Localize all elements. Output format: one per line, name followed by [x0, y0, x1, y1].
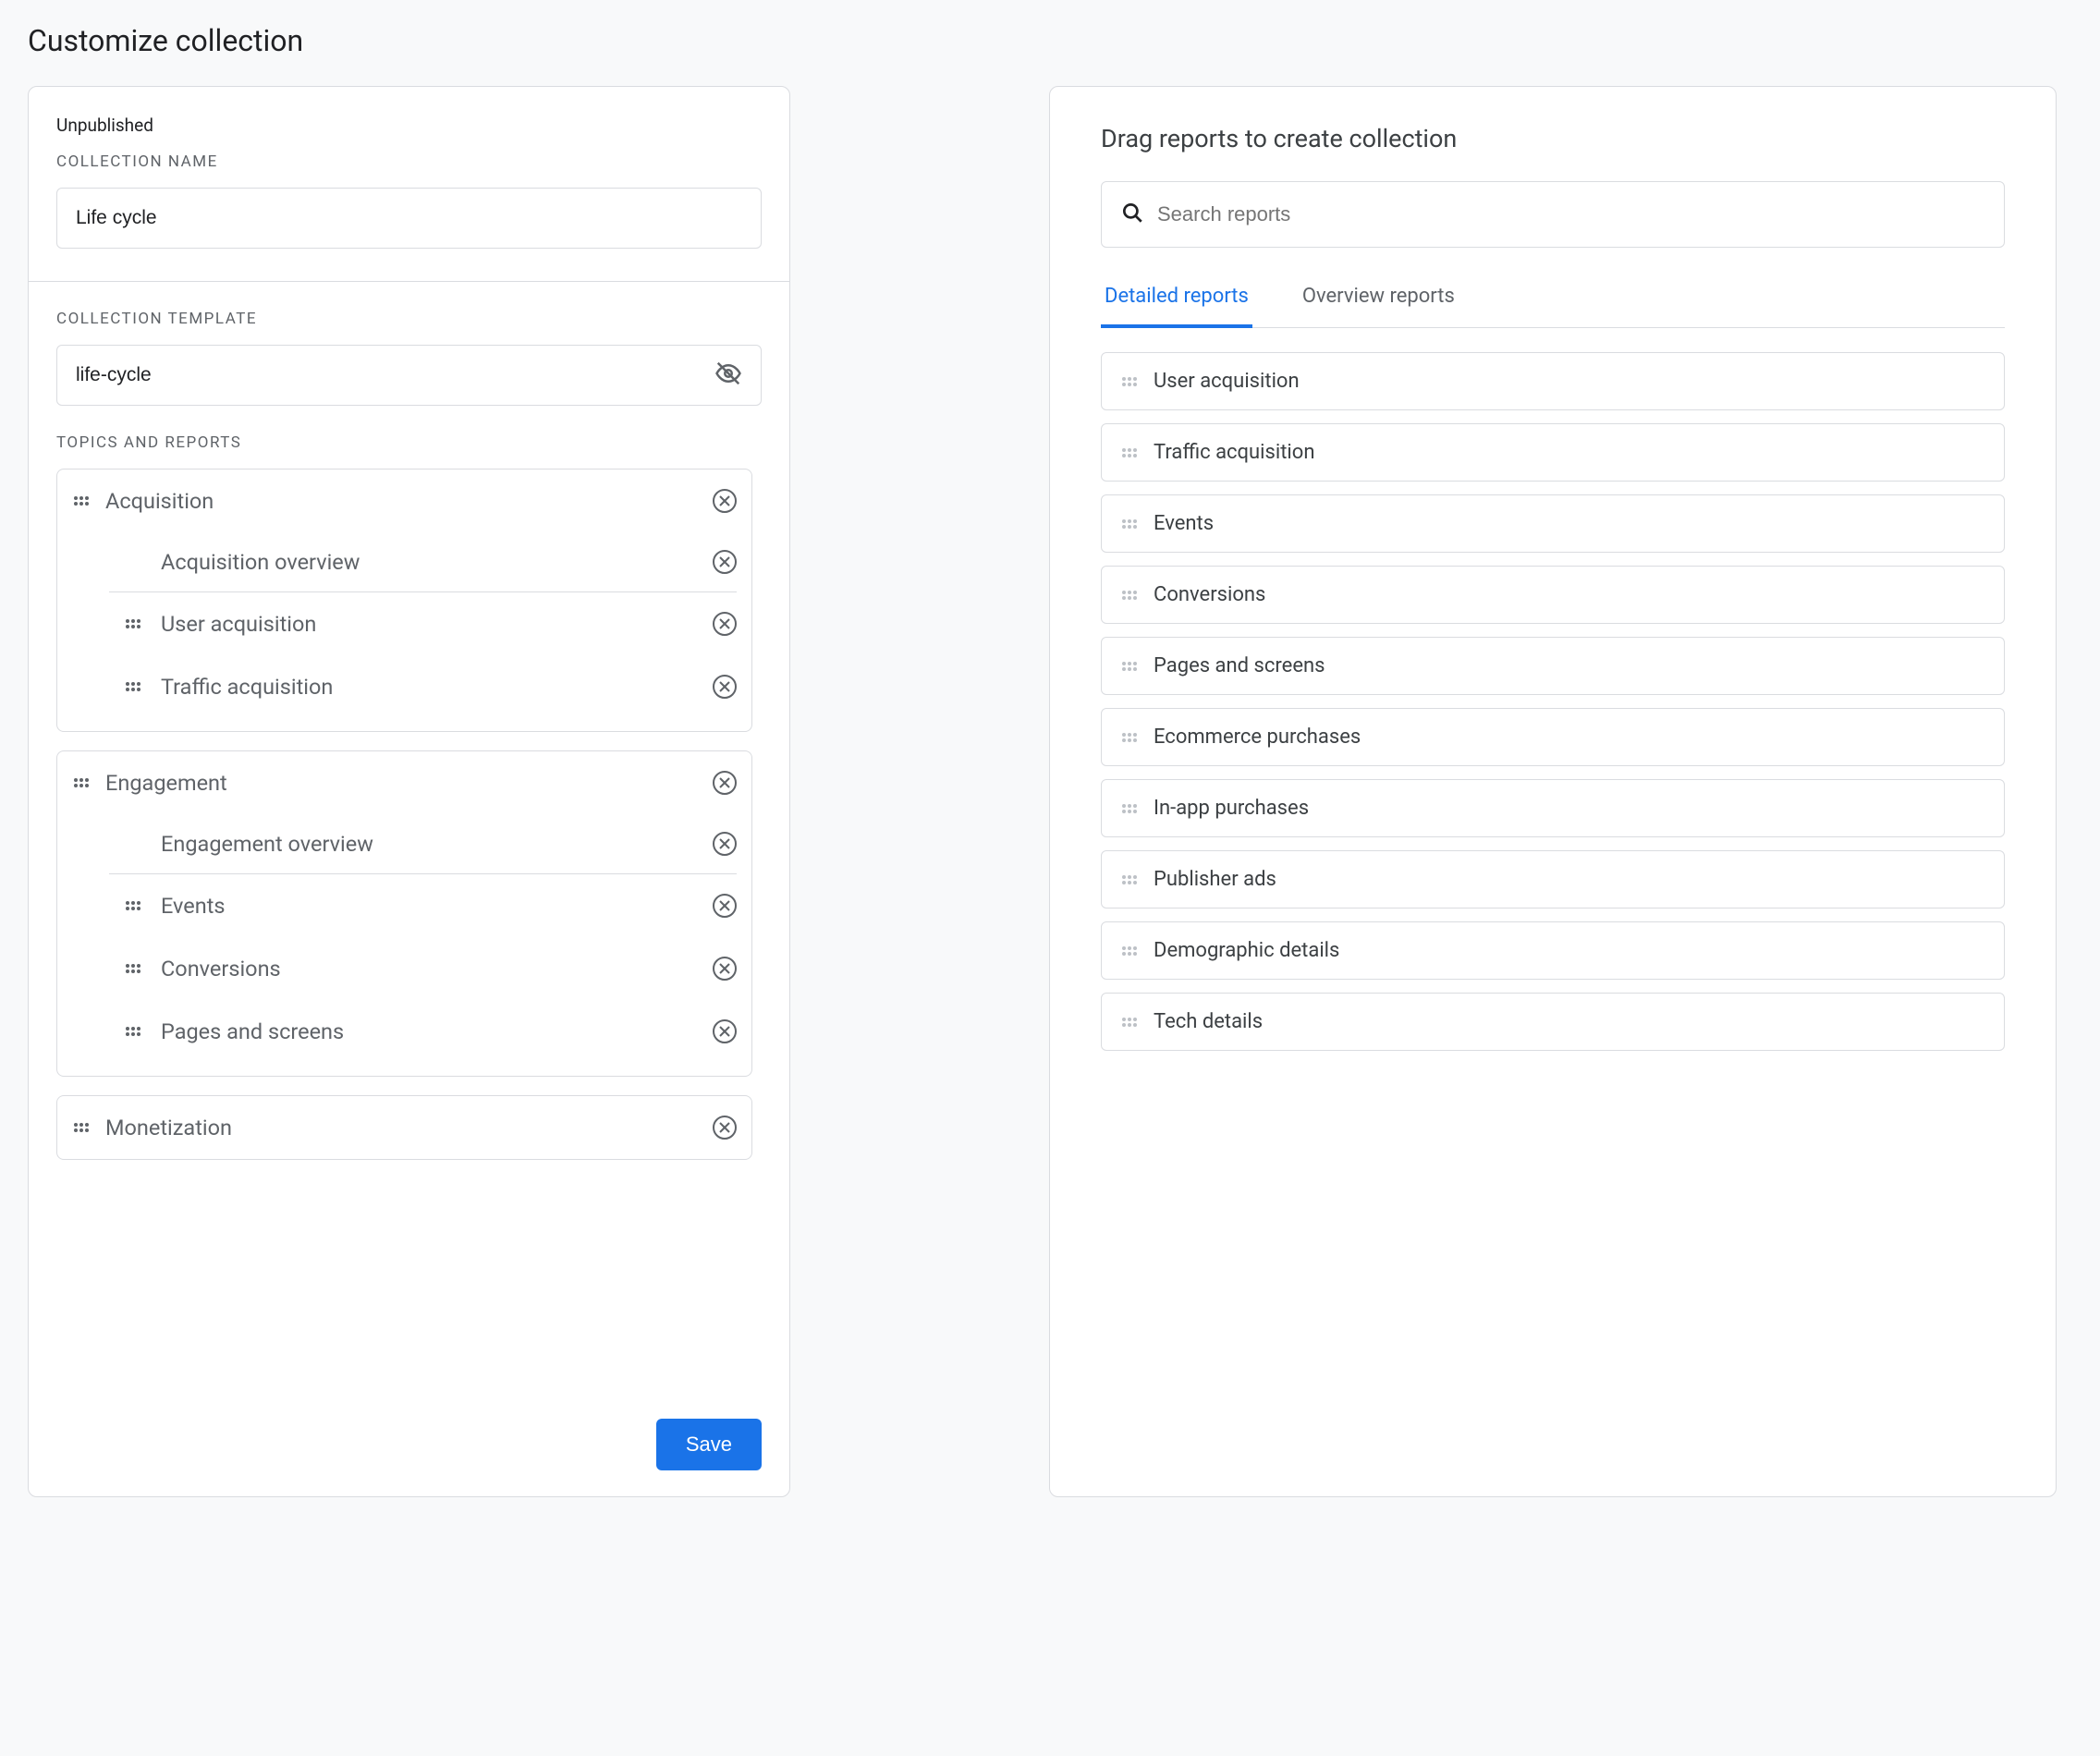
drag-handle-icon[interactable]: [1120, 657, 1139, 676]
drag-handle-icon[interactable]: [72, 774, 91, 792]
remove-button[interactable]: [713, 957, 737, 981]
topic-title: Monetization: [105, 1115, 713, 1140]
collection-template-label: COLLECTION TEMPLATE: [56, 310, 762, 328]
remove-button[interactable]: [713, 771, 737, 795]
overview-title: Engagement overview: [161, 831, 713, 857]
drag-handle-icon[interactable]: [1120, 942, 1139, 960]
topic-header[interactable]: Engagement: [57, 751, 751, 814]
drag-handle-icon[interactable]: [1120, 515, 1139, 533]
remove-button[interactable]: [713, 550, 737, 574]
drag-handle-icon[interactable]: [1120, 372, 1139, 391]
collection-name-label: COLLECTION NAME: [56, 152, 762, 171]
available-report-item[interactable]: Publisher ads: [1101, 850, 2005, 908]
publish-status: Unpublished: [56, 115, 762, 136]
topic-card: Monetization: [56, 1095, 752, 1160]
drag-handle-icon[interactable]: [72, 492, 91, 510]
topic-card: Acquisition Acquisition overview User ac…: [56, 469, 752, 732]
available-report-item[interactable]: Pages and screens: [1101, 637, 2005, 695]
topics-list: Acquisition Acquisition overview User ac…: [56, 469, 762, 1393]
drag-handle-icon[interactable]: [124, 1022, 142, 1041]
save-button[interactable]: Save: [656, 1419, 762, 1470]
available-report-label: User acquisition: [1154, 370, 1300, 393]
available-reports-list: User acquisition Traffic acquisition Event…: [1101, 352, 2005, 1051]
report-title: Pages and screens: [161, 1018, 713, 1044]
topics-reports-label: TOPICS AND REPORTS: [56, 433, 762, 452]
report-title: Events: [161, 893, 713, 919]
report-row[interactable]: User acquisition: [72, 592, 737, 655]
remove-button[interactable]: [713, 832, 737, 856]
drag-handle-icon[interactable]: [72, 1118, 91, 1137]
visibility-off-icon[interactable]: [714, 360, 742, 391]
topic-title: Acquisition: [105, 488, 713, 514]
available-report-label: Conversions: [1154, 583, 1265, 606]
collection-name-input[interactable]: [56, 188, 762, 249]
topic-header[interactable]: Acquisition: [57, 469, 751, 532]
topic-header[interactable]: Monetization: [57, 1096, 751, 1159]
available-report-item[interactable]: Ecommerce purchases: [1101, 708, 2005, 766]
drag-handle-icon[interactable]: [1120, 728, 1139, 747]
report-row[interactable]: Conversions: [72, 937, 737, 1000]
drag-handle-icon[interactable]: [124, 677, 142, 696]
drag-handle-icon[interactable]: [1120, 586, 1139, 604]
available-report-item[interactable]: User acquisition: [1101, 352, 2005, 410]
remove-button[interactable]: [713, 489, 737, 513]
topic-card: Engagement Engagement overview Events Co…: [56, 750, 752, 1077]
available-report-item[interactable]: In-app purchases: [1101, 779, 2005, 837]
drag-handle-icon[interactable]: [1120, 1013, 1139, 1031]
available-report-label: Ecommerce purchases: [1154, 726, 1361, 749]
remove-button[interactable]: [713, 675, 737, 699]
overview-title: Acquisition overview: [161, 549, 713, 575]
drag-handle-icon[interactable]: [124, 896, 142, 915]
drag-handle-icon[interactable]: [1120, 444, 1139, 462]
remove-button[interactable]: [713, 612, 737, 636]
available-report-label: Tech details: [1154, 1010, 1263, 1033]
overview-row[interactable]: Acquisition overview: [109, 532, 737, 592]
overview-row[interactable]: Engagement overview: [109, 814, 737, 874]
search-reports-input[interactable]: [1157, 182, 1985, 247]
available-report-item[interactable]: Conversions: [1101, 566, 2005, 624]
search-icon: [1120, 201, 1157, 228]
available-report-item[interactable]: Traffic acquisition: [1101, 423, 2005, 482]
collection-editor-panel: Unpublished COLLECTION NAME COLLECTION T…: [28, 86, 790, 1497]
report-row[interactable]: Pages and screens: [72, 1000, 737, 1063]
report-title: User acquisition: [161, 611, 713, 637]
report-title: Traffic acquisition: [161, 674, 713, 700]
report-title: Conversions: [161, 956, 713, 982]
drag-handle-icon[interactable]: [124, 959, 142, 978]
remove-button[interactable]: [713, 894, 737, 918]
report-type-tabs: Detailed reports Overview reports: [1101, 285, 2005, 328]
available-report-label: Traffic acquisition: [1154, 441, 1314, 464]
available-report-label: Publisher ads: [1154, 868, 1276, 891]
available-report-label: In-app purchases: [1154, 797, 1309, 820]
available-report-label: Events: [1154, 512, 1214, 535]
report-row[interactable]: Events: [72, 874, 737, 937]
topic-title: Engagement: [105, 770, 713, 796]
available-report-item[interactable]: Tech details: [1101, 993, 2005, 1051]
tab-detailed-reports[interactable]: Detailed reports: [1101, 285, 1252, 328]
remove-button[interactable]: [713, 1019, 737, 1043]
available-report-item[interactable]: Demographic details: [1101, 921, 2005, 980]
available-report-label: Demographic details: [1154, 939, 1339, 962]
page-title: Customize collection: [28, 23, 2072, 58]
available-report-label: Pages and screens: [1154, 654, 1325, 677]
available-report-item[interactable]: Events: [1101, 494, 2005, 553]
collection-template-field: [56, 345, 762, 406]
drag-handle-icon[interactable]: [1120, 871, 1139, 889]
search-reports-field[interactable]: [1101, 181, 2005, 248]
report-row[interactable]: Traffic acquisition: [72, 655, 737, 718]
drag-handle-icon[interactable]: [1120, 799, 1139, 818]
remove-button[interactable]: [713, 1116, 737, 1140]
tab-overview-reports[interactable]: Overview reports: [1299, 285, 1459, 328]
available-reports-panel: Drag reports to create collection Detail…: [1049, 86, 2057, 1497]
available-reports-title: Drag reports to create collection: [1101, 124, 2005, 153]
collection-template-input[interactable]: [76, 346, 714, 405]
drag-handle-icon[interactable]: [124, 615, 142, 633]
